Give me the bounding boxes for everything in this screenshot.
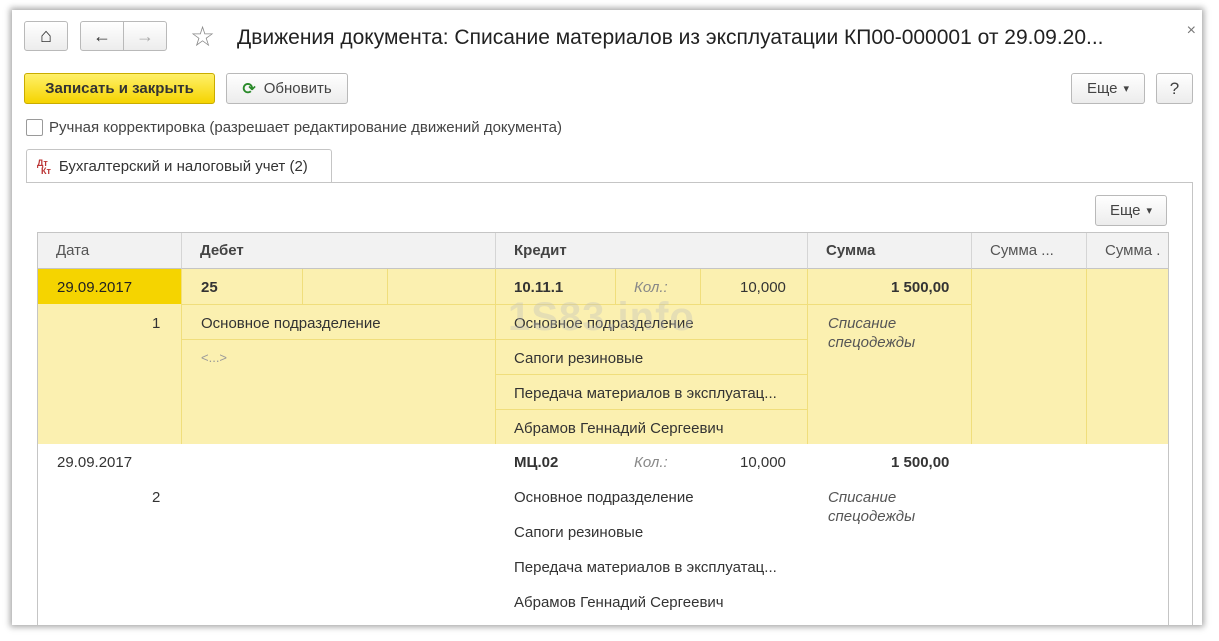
- row1-date[interactable]: 29.09.2017: [57, 279, 132, 296]
- document-movements-window: ⌂ ← → ☆ Движения документа: Списание мат…: [12, 10, 1202, 625]
- refresh-label: Обновить: [263, 80, 332, 97]
- arrow-right-icon: →: [136, 25, 154, 46]
- row1-content-line-1[interactable]: Списание: [828, 315, 896, 332]
- header-date[interactable]: Дата: [38, 233, 182, 269]
- header-debit[interactable]: Дебет: [182, 233, 496, 269]
- watermark: 1S83.info: [508, 295, 695, 339]
- row1-credit-subconto-3[interactable]: Передача материалов в эксплуатац...: [514, 385, 777, 402]
- back-button[interactable]: ←: [80, 21, 124, 51]
- tab-accounting[interactable]: Дт Кт Бухгалтерский и налоговый учет (2): [26, 149, 332, 183]
- row2-credit-subconto-3[interactable]: Передача материалов в эксплуатац...: [514, 559, 777, 576]
- window-title: Движения документа: Списание материалов …: [237, 26, 1104, 49]
- divider: [181, 304, 807, 305]
- header-sum-3[interactable]: Сумма .: [1087, 233, 1168, 269]
- row1-debit-subconto-2[interactable]: <...>: [201, 350, 227, 365]
- row1-content-line-2[interactable]: спецодежды: [828, 334, 915, 351]
- arrow-left-icon: ←: [93, 25, 111, 46]
- header-sum-2[interactable]: Сумма ...: [972, 233, 1087, 269]
- divider: [700, 269, 701, 304]
- row1-qty-label: Кол.:: [634, 279, 668, 296]
- row1-credit-account[interactable]: 10.11.1: [514, 279, 563, 296]
- divider: [181, 269, 182, 444]
- row2-qty[interactable]: 10,000: [740, 454, 786, 471]
- row2-number: 2: [152, 489, 161, 506]
- row2-credit-subconto-1[interactable]: Основное подразделение: [514, 489, 694, 506]
- header-credit[interactable]: Кредит: [496, 233, 808, 269]
- divider: [807, 269, 808, 444]
- manual-correction-checkbox[interactable]: [26, 119, 43, 136]
- row2-date[interactable]: 29.09.2017: [57, 454, 132, 471]
- row2-credit-subconto-2[interactable]: Сапоги резиновые: [514, 524, 643, 541]
- divider: [807, 304, 971, 305]
- divider: [387, 269, 388, 304]
- chevron-down-icon: ▾: [1146, 205, 1153, 217]
- header-sum[interactable]: Сумма: [808, 233, 972, 269]
- save-and-close-button[interactable]: Записать и закрыть: [24, 73, 215, 104]
- row1-qty[interactable]: 10,000: [740, 279, 786, 296]
- table-more-label: Еще: [1109, 202, 1141, 219]
- manual-correction-label: Ручная корректировка (разрешает редактир…: [49, 119, 562, 136]
- forward-button[interactable]: →: [123, 21, 167, 51]
- tab-accounting-label: Бухгалтерский и налоговый учет (2): [58, 158, 308, 175]
- more-label: Еще: [1086, 80, 1118, 97]
- divider: [495, 374, 807, 375]
- divider: [181, 339, 807, 340]
- divider: [971, 269, 972, 444]
- refresh-icon: ⟳: [242, 80, 256, 98]
- divider: [1086, 269, 1087, 444]
- dt-kt-icon-bottom: Кт: [41, 165, 51, 176]
- dt-kt-icon: Дт Кт: [37, 158, 51, 176]
- row2-content-line-2[interactable]: спецодежды: [828, 508, 915, 525]
- divider: [495, 409, 807, 410]
- row2-credit-subconto-4[interactable]: Абрамов Геннадий Сергеевич: [514, 594, 724, 611]
- divider: [302, 269, 303, 304]
- row2-amount[interactable]: 1 500,00: [891, 454, 949, 471]
- row1-number: 1: [152, 315, 161, 332]
- save-and-close-label: Записать и закрыть: [45, 80, 194, 97]
- star-icon[interactable]: ☆: [190, 20, 215, 53]
- refresh-button[interactable]: ⟳ Обновить: [226, 73, 348, 104]
- row2-content-line-1[interactable]: Списание: [828, 489, 896, 506]
- home-icon: ⌂: [39, 24, 53, 47]
- help-icon: ?: [1169, 78, 1180, 98]
- row1-credit-subconto-4[interactable]: Абрамов Геннадий Сергеевич: [514, 420, 724, 437]
- chevron-down-icon: ▾: [1123, 83, 1130, 95]
- more-button[interactable]: Еще ▾: [1071, 73, 1145, 104]
- close-icon[interactable]: ×: [1187, 22, 1196, 40]
- divider: [495, 269, 496, 444]
- row2-credit-account[interactable]: МЦ.02: [514, 454, 558, 471]
- row2-qty-label: Кол.:: [634, 454, 668, 471]
- movements-table: Дата Дебет Кредит Сумма Сумма ... Сумма …: [37, 232, 1169, 625]
- row1-amount[interactable]: 1 500,00: [891, 279, 949, 296]
- table-more-button[interactable]: Еще ▾: [1095, 195, 1167, 226]
- row1-credit-subconto-2[interactable]: Сапоги резиновые: [514, 350, 643, 367]
- help-button[interactable]: ?: [1156, 73, 1193, 104]
- home-button[interactable]: ⌂: [24, 21, 68, 51]
- row1-debit-subconto-1[interactable]: Основное подразделение: [201, 315, 381, 332]
- row1-debit-account[interactable]: 25: [201, 279, 218, 296]
